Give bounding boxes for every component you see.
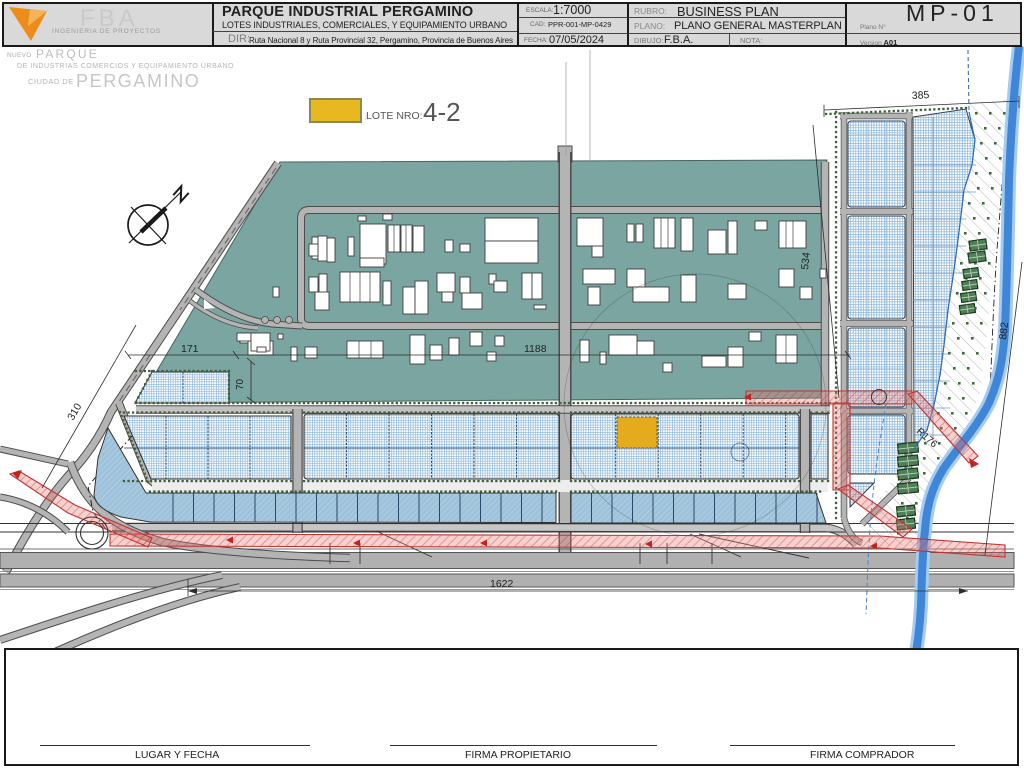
svg-text:1622: 1622 [490,578,514,590]
svg-text:70: 70 [235,378,246,390]
svg-text:1188: 1188 [524,343,547,355]
svg-text:LOTE NRO:: LOTE NRO: [366,110,423,122]
svg-text:385: 385 [912,89,930,102]
svg-text:534: 534 [799,251,813,270]
svg-text:171: 171 [181,343,199,355]
svg-text:882: 882 [997,321,1011,340]
svg-text:4-2: 4-2 [423,97,461,127]
